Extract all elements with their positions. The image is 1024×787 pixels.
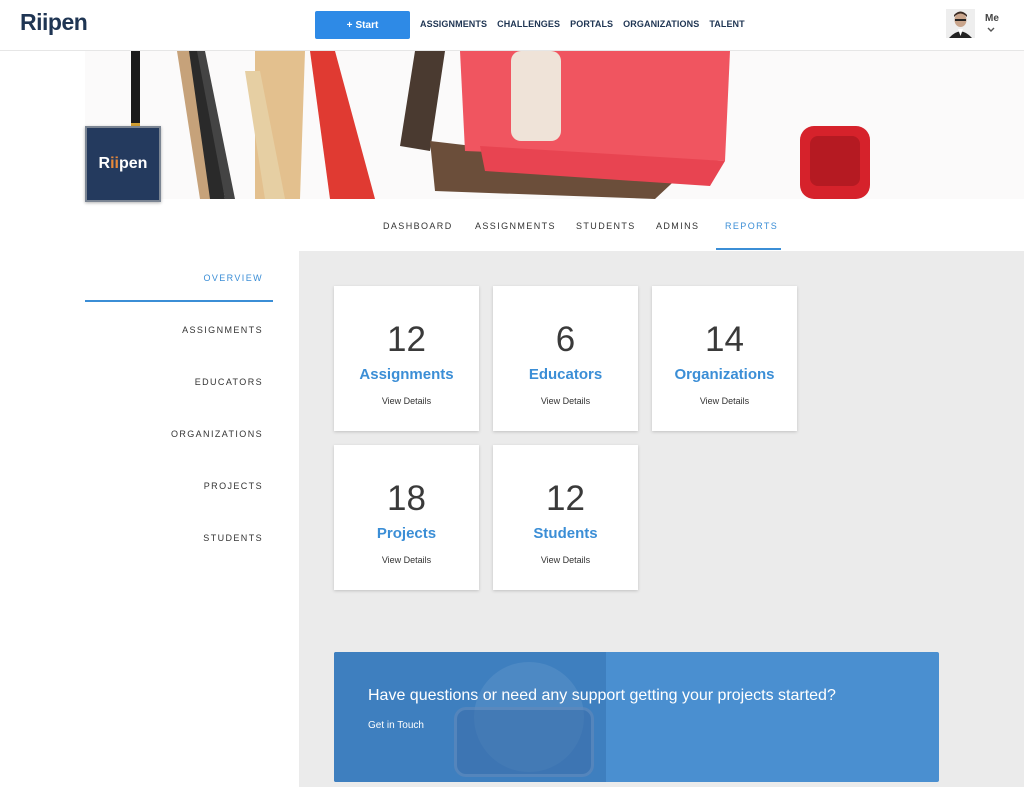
stat-count: 12 (387, 320, 426, 359)
portal-tabs: DASHBOARD ASSIGNMENTS STUDENTS ADMINS RE… (0, 199, 1024, 251)
tab-admins[interactable]: ADMINS (656, 221, 699, 231)
stat-card-assignments[interactable]: 12 Assignments View Details (334, 286, 479, 431)
stat-count: 18 (387, 479, 426, 518)
stationery-photo (85, 51, 1024, 199)
get-in-touch-link[interactable]: Get in Touch (368, 720, 424, 731)
sidebar-item-overview[interactable]: OVERVIEW (203, 273, 263, 283)
sidebar-item-projects[interactable]: PROJECTS (204, 481, 263, 491)
organization-logo[interactable]: Riipen (85, 126, 161, 202)
stat-count: 14 (705, 320, 744, 359)
start-label: Start (355, 19, 379, 31)
support-banner: Have questions or need any support getti… (334, 652, 939, 782)
tab-assignments[interactable]: ASSIGNMENTS (475, 221, 556, 231)
view-details-link[interactable]: View Details (493, 555, 638, 565)
user-avatar[interactable] (946, 9, 975, 38)
nav-talent[interactable]: TALENT (709, 19, 744, 29)
logo-text: Riipen (20, 9, 88, 35)
nav-portals[interactable]: PORTALS (570, 19, 613, 29)
main-nav: ASSIGNMENTS CHALLENGES PORTALS ORGANIZAT… (420, 19, 745, 29)
sidebar-item-assignments[interactable]: ASSIGNMENTS (182, 325, 263, 335)
stat-count: 12 (546, 479, 585, 518)
stat-label[interactable]: Organizations (652, 366, 797, 383)
active-tab-indicator (716, 248, 781, 250)
plus-icon: + (346, 19, 353, 31)
view-details-link[interactable]: View Details (493, 396, 638, 406)
stat-label[interactable]: Educators (493, 366, 638, 383)
stat-card-projects[interactable]: 18 Projects View Details (334, 445, 479, 590)
stat-card-organizations[interactable]: 14 Organizations View Details (652, 286, 797, 431)
sidebar-item-educators[interactable]: EDUCATORS (195, 377, 263, 387)
nav-organizations[interactable]: ORGANIZATIONS (623, 19, 699, 29)
stat-card-educators[interactable]: 6 Educators View Details (493, 286, 638, 431)
view-details-link[interactable]: View Details (334, 396, 479, 406)
riipen-logo[interactable]: Riipen (20, 9, 88, 36)
stat-label[interactable]: Projects (334, 525, 479, 542)
tab-students[interactable]: STUDENTS (576, 221, 636, 231)
stat-label[interactable]: Students (493, 525, 638, 542)
support-question: Have questions or need any support getti… (368, 687, 836, 704)
cover-banner (85, 51, 1024, 199)
view-details-link[interactable]: View Details (334, 555, 479, 565)
stat-count: 6 (555, 320, 576, 359)
stat-label[interactable]: Assignments (334, 366, 479, 383)
nav-assignments[interactable]: ASSIGNMENTS (420, 19, 487, 29)
view-details-link[interactable]: View Details (652, 396, 797, 406)
phone-shape (454, 707, 594, 777)
stat-card-students[interactable]: 12 Students View Details (493, 445, 638, 590)
org-logo-text: Riipen (98, 155, 148, 172)
tab-dashboard[interactable]: DASHBOARD (383, 221, 453, 231)
chevron-down-icon[interactable] (987, 27, 995, 33)
top-nav-bar: Riipen + Start ASSIGNMENTS CHALLENGES PO… (0, 0, 1024, 51)
start-button[interactable]: + Start (315, 11, 410, 39)
user-menu-label[interactable]: Me (985, 13, 999, 24)
nav-challenges[interactable]: CHALLENGES (497, 19, 560, 29)
sidebar-item-students[interactable]: STUDENTS (203, 533, 263, 543)
sidebar-active-indicator (85, 300, 273, 302)
sidebar-item-organizations[interactable]: ORGANIZATIONS (171, 429, 263, 439)
tab-reports[interactable]: REPORTS (725, 221, 778, 231)
